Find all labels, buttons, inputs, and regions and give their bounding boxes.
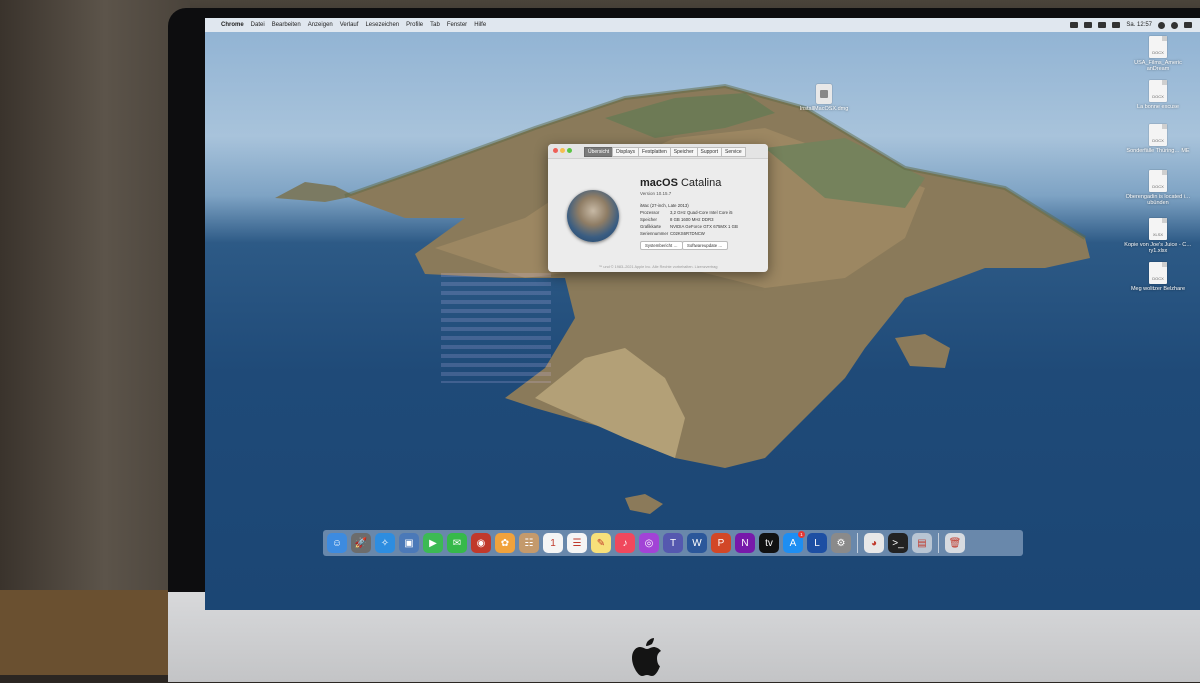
menu-anzeigen[interactable]: Anzeigen bbox=[308, 22, 333, 28]
room-floor bbox=[0, 590, 190, 675]
dock-separator bbox=[857, 533, 858, 553]
spotlight-icon[interactable] bbox=[1158, 21, 1165, 29]
catalina-wallpaper bbox=[275, 83, 1090, 514]
menu-bar-status: Sa. 12:57 bbox=[1070, 21, 1200, 29]
tab-support[interactable]: Support bbox=[696, 147, 723, 157]
os-name: macOS Catalina bbox=[640, 177, 722, 189]
system-report-button[interactable]: Systembericht … bbox=[640, 241, 683, 250]
desktop-file-usa-films[interactable]: DOCX USA_Films_Americ anDream bbox=[1123, 36, 1193, 72]
dock-finder-icon[interactable]: ☺ bbox=[327, 533, 347, 553]
copyright-text: ™ und © 1983–2021 Apple Inc. Alle Rechte… bbox=[598, 265, 718, 269]
document-icon: DOCX bbox=[1149, 36, 1167, 58]
wifi-icon[interactable] bbox=[1070, 22, 1079, 28]
dock-safari-icon[interactable]: ✧ bbox=[375, 533, 395, 553]
zoom-window-button[interactable] bbox=[567, 148, 572, 153]
dock-trash-icon[interactable]: 🗑 bbox=[945, 533, 965, 553]
window-titlebar[interactable]: Übersicht Displays Festplatten Speicher … bbox=[548, 144, 768, 159]
spec-processor: Prozessor 3,2 GHz Quad-Core Intel Core i5 bbox=[640, 210, 733, 215]
airplay-icon[interactable] bbox=[1084, 22, 1093, 28]
dock: ☺ 🚀 ✧ ▣ ▶ ✉ ◉ ✿ ☷ 1 ☰ ✎ ♪ ◎ T W P Ntv A 1 L ⚙ ◕ >_ ▤ 🗑 bbox=[323, 530, 1023, 556]
menu-clock[interactable]: Sa. 12:57 bbox=[1126, 22, 1152, 28]
menu-fenster[interactable]: Fenster bbox=[447, 22, 467, 28]
spreadsheet-icon: XLSX bbox=[1149, 218, 1167, 240]
document-icon: DOCX bbox=[1149, 80, 1167, 102]
about-this-mac-window: Übersicht Displays Festplatten Speicher … bbox=[548, 144, 768, 272]
document-icon: DOCX bbox=[1149, 124, 1167, 146]
dock-apple-tv-icon[interactable]: tv bbox=[759, 533, 779, 553]
desktop-file-meg-wolitzer[interactable]: DOCX Meg wolitzer Belzhare bbox=[1123, 262, 1193, 292]
menu-tab[interactable]: Tab bbox=[430, 22, 440, 28]
tab-speicher[interactable]: Speicher bbox=[669, 147, 698, 157]
menu-bearbeiten[interactable]: Bearbeiten bbox=[272, 22, 301, 28]
dock-onenote-icon[interactable]: N bbox=[735, 533, 755, 553]
dock-contacts-icon[interactable]: ☷ bbox=[519, 533, 539, 553]
desktop-file-install-macos-dmg[interactable]: InstallMacOSX.dmg bbox=[789, 84, 859, 112]
minimize-window-button[interactable] bbox=[560, 148, 565, 153]
menu-lesezeichen[interactable]: Lesezeichen bbox=[365, 22, 399, 28]
os-version: Version 10.15.7 bbox=[640, 191, 672, 196]
dock-separator bbox=[938, 533, 939, 553]
dock-preview-icon[interactable]: ▣ bbox=[399, 533, 419, 553]
tab-service[interactable]: Service bbox=[721, 147, 746, 157]
dock-teams-icon[interactable]: T bbox=[663, 533, 683, 553]
menu-app-chrome[interactable]: Chrome bbox=[221, 22, 244, 28]
desktop-screen: Chrome Datei Bearbeiten Anzeigen Verlauf… bbox=[205, 18, 1200, 610]
dock-podcasts-icon[interactable]: ◎ bbox=[639, 533, 659, 553]
dock-chrome-icon[interactable]: ◕ bbox=[864, 533, 884, 553]
document-icon: DOCX bbox=[1149, 262, 1167, 284]
apple-logo-icon bbox=[628, 637, 666, 676]
dock-app-store-icon[interactable]: A1 bbox=[783, 531, 805, 553]
flag-icon[interactable] bbox=[1112, 22, 1121, 28]
desktop-file-oberengadin[interactable]: DOCX Oberengadin is located i…ubünden bbox=[1123, 170, 1193, 206]
macos-catalina-logo bbox=[567, 190, 619, 242]
dock-badge: 1 bbox=[798, 531, 805, 538]
dock-word-icon[interactable]: W bbox=[687, 533, 707, 553]
dock-reminders-icon[interactable]: ☰ bbox=[567, 533, 587, 553]
spec-serial: Seriennummer C02KS6R7DNCW bbox=[640, 231, 705, 236]
tab-displays[interactable]: Displays bbox=[612, 147, 640, 157]
software-update-button[interactable]: Softwareupdate … bbox=[682, 241, 728, 250]
desktop-file-joes-juice[interactable]: XLSX Kopie von Joe's Juice - C…ry1.xlsx bbox=[1123, 218, 1193, 254]
menu-bar: Chrome Datei Bearbeiten Anzeigen Verlauf… bbox=[205, 18, 1200, 32]
dock-powerpoint-icon[interactable]: P bbox=[711, 533, 731, 553]
dock-notes-icon[interactable]: ✎ bbox=[591, 533, 611, 553]
dock-launchpad-icon[interactable]: 🚀 bbox=[351, 533, 371, 553]
document-icon: DOCX bbox=[1149, 170, 1167, 192]
spec-graphics: Grafikkarte NVIDIA GeForce GTX 675MX 1 GB bbox=[640, 224, 738, 229]
screen-reflection bbox=[441, 273, 551, 383]
volume-icon[interactable] bbox=[1098, 22, 1107, 28]
spec-memory: Speicher 8 GB 1600 MHz DDR3 bbox=[640, 217, 714, 222]
dock-music-icon[interactable]: ♪ bbox=[615, 533, 635, 553]
menu-profile[interactable]: Profile bbox=[406, 22, 423, 28]
tab-uebersicht[interactable]: Übersicht bbox=[584, 147, 614, 157]
dock-langenscheidt-icon[interactable]: L bbox=[807, 533, 827, 553]
desktop-file-la-bonne-excuse[interactable]: DOCX La bonne excuse bbox=[1123, 80, 1193, 110]
menu-verlauf[interactable]: Verlauf bbox=[340, 22, 359, 28]
dock-image-capture-icon[interactable]: ▤ bbox=[912, 533, 932, 553]
mac-model: iMac (27-inch, Late 2013) bbox=[640, 203, 689, 208]
room-wall-left bbox=[0, 0, 190, 675]
dock-facetime-icon[interactable]: ▶ bbox=[423, 533, 443, 553]
dock-system-preferences-icon[interactable]: ⚙ bbox=[831, 533, 851, 553]
menu-datei[interactable]: Datei bbox=[251, 22, 265, 28]
desktop-file-sonderfaelle[interactable]: DOCX Sonderfälle Thüring… ME bbox=[1123, 124, 1193, 154]
disk-image-icon bbox=[816, 84, 832, 104]
dock-terminal-icon[interactable]: >_ bbox=[888, 533, 908, 553]
tab-festplatten[interactable]: Festplatten bbox=[638, 147, 671, 157]
dock-photos-icon[interactable]: ✿ bbox=[495, 533, 515, 553]
user-icon[interactable] bbox=[1171, 21, 1178, 29]
about-tabs: Übersicht Displays Festplatten Speicher … bbox=[584, 147, 746, 157]
menu-hilfe[interactable]: Hilfe bbox=[474, 22, 486, 28]
notification-center-icon[interactable] bbox=[1184, 22, 1192, 28]
dock-photo-booth-icon[interactable]: ◉ bbox=[471, 533, 491, 553]
dock-calendar-icon[interactable]: 1 bbox=[543, 533, 563, 553]
close-window-button[interactable] bbox=[553, 148, 558, 153]
dock-messages-icon[interactable]: ✉ bbox=[447, 533, 467, 553]
